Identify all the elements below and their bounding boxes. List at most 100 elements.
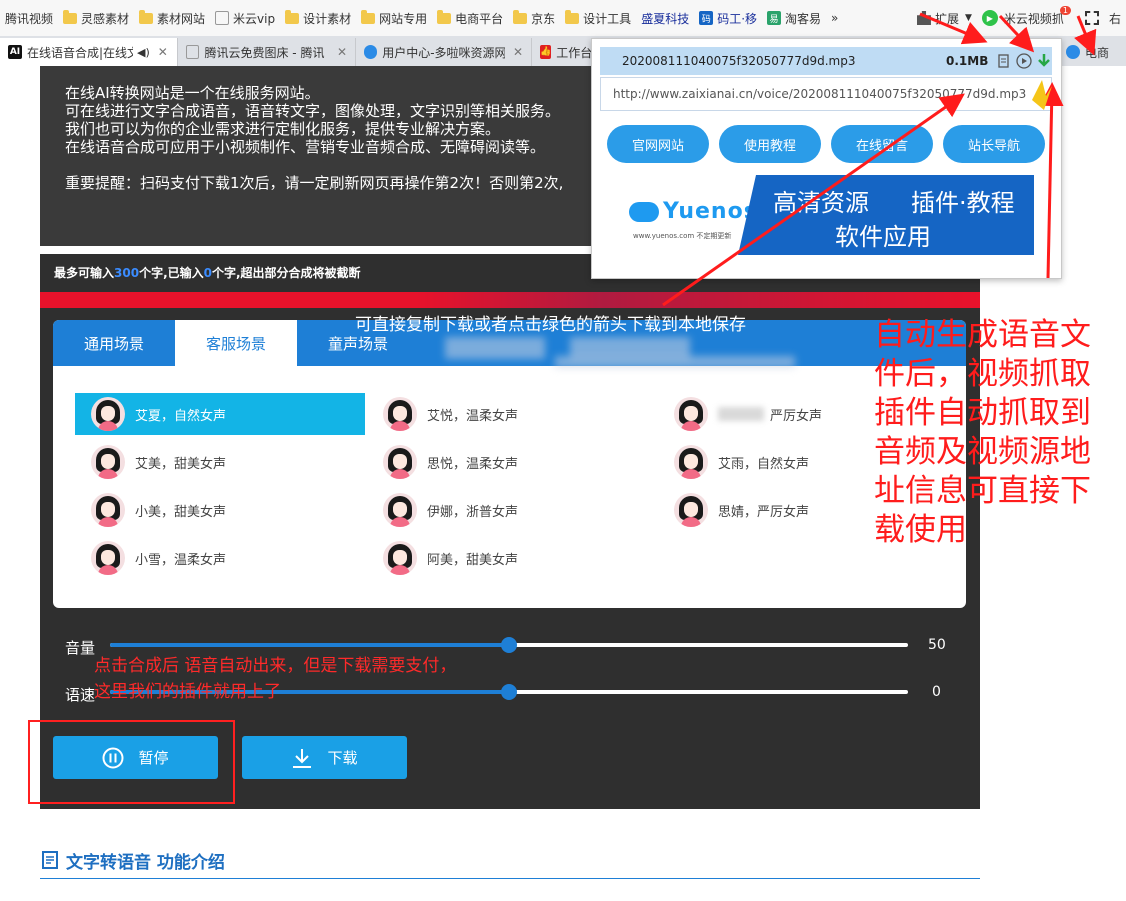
tab-voice-synthesis[interactable]: AI 在线语音合成|在线文 ◀) ✕	[0, 38, 178, 66]
annotation-text: 这里我们的插件就用上了	[94, 682, 281, 702]
feature-section-title: 文字转语音 功能介绍	[40, 842, 980, 879]
chevron-right-icon: »	[831, 11, 839, 25]
tab-label: 电商	[1085, 45, 1110, 60]
bookmarks-more[interactable]: »	[826, 6, 843, 30]
tab-user-center[interactable]: 用户中心-多啦咪资源网 ✕	[356, 38, 532, 66]
message-button[interactable]: 在线留言	[831, 125, 933, 163]
counter-text: 最多可输入	[54, 266, 115, 280]
qr-code-icon	[1084, 11, 1099, 25]
media-file-row[interactable]: 202008111040075f32050777d9d.mp3 0.1MB	[600, 47, 1052, 75]
app-icon: 码	[699, 11, 714, 25]
bookmark-label: 码工·移	[717, 11, 758, 26]
thumbs-up-icon: 👍	[540, 45, 552, 59]
tab-image-host[interactable]: 腾讯云免费图床 - 腾讯 ✕	[178, 38, 356, 66]
close-icon[interactable]: ✕	[513, 45, 523, 59]
button-label: 官网网站	[631, 138, 684, 154]
voice-label: 伊娜，浙普女声	[427, 504, 519, 520]
voice-option[interactable]: 艾夏，自然女声	[75, 393, 365, 435]
voice-label: 艾美，甜美女声	[135, 456, 227, 472]
folder-icon	[565, 9, 580, 24]
copy-icon[interactable]	[996, 53, 1012, 69]
folder-icon	[513, 9, 528, 24]
bookmark-label: 盛夏科技	[641, 11, 690, 26]
media-url-field[interactable]: http://www.zaixianai.cn/voice/2020081110…	[600, 77, 1052, 111]
banner-text: 软件应用	[835, 223, 931, 251]
bookmark-7[interactable]: 京东	[508, 6, 560, 30]
extensions-menu[interactable]: 扩展 ▼	[912, 6, 977, 30]
play-icon: ▶	[981, 10, 998, 26]
voice-option[interactable]: 思悦，温柔女声	[367, 441, 657, 483]
video-grab-extension[interactable]: ▶ 米云视频抓 1	[977, 5, 1080, 30]
bookmark-5[interactable]: 网站专用	[356, 6, 432, 30]
voice-option[interactable]: 艾美，甜美女声	[75, 441, 365, 483]
volume-fill	[110, 643, 509, 647]
annotation-auto-grab: 自动生成语音文件后，视频抓取插件自动抓取到音频及视频源地址信息可直接下载使用	[874, 316, 1106, 550]
bookmark-label: 电商平台	[455, 11, 504, 26]
bookmark-8[interactable]: 设计工具	[560, 6, 636, 30]
bookmark-2[interactable]: 素材网站	[134, 6, 210, 30]
blurred-region	[718, 407, 764, 421]
video-grab-popup: 202008111040075f32050777d9d.mp3 0.1MB ht…	[591, 38, 1062, 279]
download-button[interactable]: 下载	[242, 736, 407, 779]
bookmark-label: 设计工具	[583, 11, 632, 26]
close-icon[interactable]: ✕	[337, 45, 347, 59]
bookmark-right[interactable]: 右	[1104, 6, 1126, 30]
annotation-text: 点击合成后 语音自动出来，但是下载需要支付，	[94, 656, 457, 676]
volume-handle[interactable]	[501, 637, 517, 653]
volume-value: 50	[928, 637, 946, 653]
bookmark-10[interactable]: 码码工·移	[694, 6, 762, 30]
voice-label: 严厉女声	[770, 408, 823, 424]
bookmark-9[interactable]: 盛夏科技	[636, 6, 694, 30]
button-label: 在线留言	[855, 138, 908, 154]
annotation-copy-download: 可直接复制下载或者点击绿色的箭头下载到本地保存	[355, 310, 746, 335]
button-label: 站长导航	[967, 138, 1020, 154]
cloud-icon	[1066, 45, 1080, 59]
avatar	[383, 541, 417, 575]
bookmark-0[interactable]: 腾讯视频	[0, 6, 58, 30]
feature-title: 文字转语音 功能介绍	[66, 852, 225, 873]
bookmark-3[interactable]: 米云vip	[210, 6, 280, 30]
voice-label: 小雪，温柔女声	[135, 552, 227, 568]
voice-label: 小美，甜美女声	[135, 504, 227, 520]
tab-general-scene[interactable]: 通用场景	[53, 320, 175, 366]
tab-ecommerce[interactable]: 电商	[1058, 38, 1126, 66]
voice-option[interactable]: 小雪，温柔女声	[75, 537, 365, 579]
official-site-button[interactable]: 官网网站	[607, 125, 709, 163]
download-arrow-icon[interactable]	[1036, 53, 1052, 69]
download-icon	[291, 747, 313, 769]
voice-label: 艾雨，自然女声	[718, 456, 810, 472]
speed-handle[interactable]	[501, 684, 517, 700]
tab-label: 童声场景	[327, 334, 388, 353]
promo-banner[interactable]: Yuenos www.yuenos.com 不定期更新 高清资源 插件·教程 软…	[611, 175, 1034, 255]
bookmark-1[interactable]: 灵感素材	[58, 6, 134, 30]
tab-label: 通用场景	[83, 334, 144, 353]
tab-label: 在线语音合成|在线文	[27, 45, 133, 60]
tab-service-scene[interactable]: 客服场景	[175, 320, 297, 366]
play-icon[interactable]	[1016, 53, 1032, 69]
avatar	[91, 397, 125, 431]
qr-code-button[interactable]	[1080, 6, 1104, 30]
document-icon	[40, 850, 60, 870]
voice-option[interactable]: 艾悦，温柔女声	[367, 393, 657, 435]
folder-icon	[285, 9, 300, 24]
voice-option[interactable]: 小美，甜美女声	[75, 489, 365, 531]
bookmark-label: 网站专用	[379, 11, 428, 26]
bookmark-label: 右	[1108, 11, 1121, 26]
voice-option[interactable]: 伊娜，浙普女声	[367, 489, 657, 531]
bookmark-11[interactable]: 易淘客易	[762, 6, 826, 30]
page-icon	[215, 11, 230, 25]
banner-site: www.yuenos.com 不定期更新	[633, 232, 732, 240]
tutorial-button[interactable]: 使用教程	[719, 125, 821, 163]
tab-label: 用户中心-多啦咪资源网	[382, 45, 505, 60]
avatar	[91, 493, 125, 527]
tab-workbench[interactable]: 👍 工作台	[532, 38, 592, 66]
banner-text: 插件·教程	[911, 189, 1015, 217]
close-icon[interactable]: ✕	[158, 45, 168, 59]
voice-option[interactable]: 阿美，甜美女声	[367, 537, 657, 579]
navigation-button[interactable]: 站长导航	[943, 125, 1045, 163]
blurred-region	[555, 356, 795, 368]
bookmark-4[interactable]: 设计素材	[280, 6, 356, 30]
voice-label: 思婧，严厉女声	[718, 504, 810, 520]
volume-slider[interactable]	[110, 637, 908, 653]
bookmark-6[interactable]: 电商平台	[432, 6, 508, 30]
